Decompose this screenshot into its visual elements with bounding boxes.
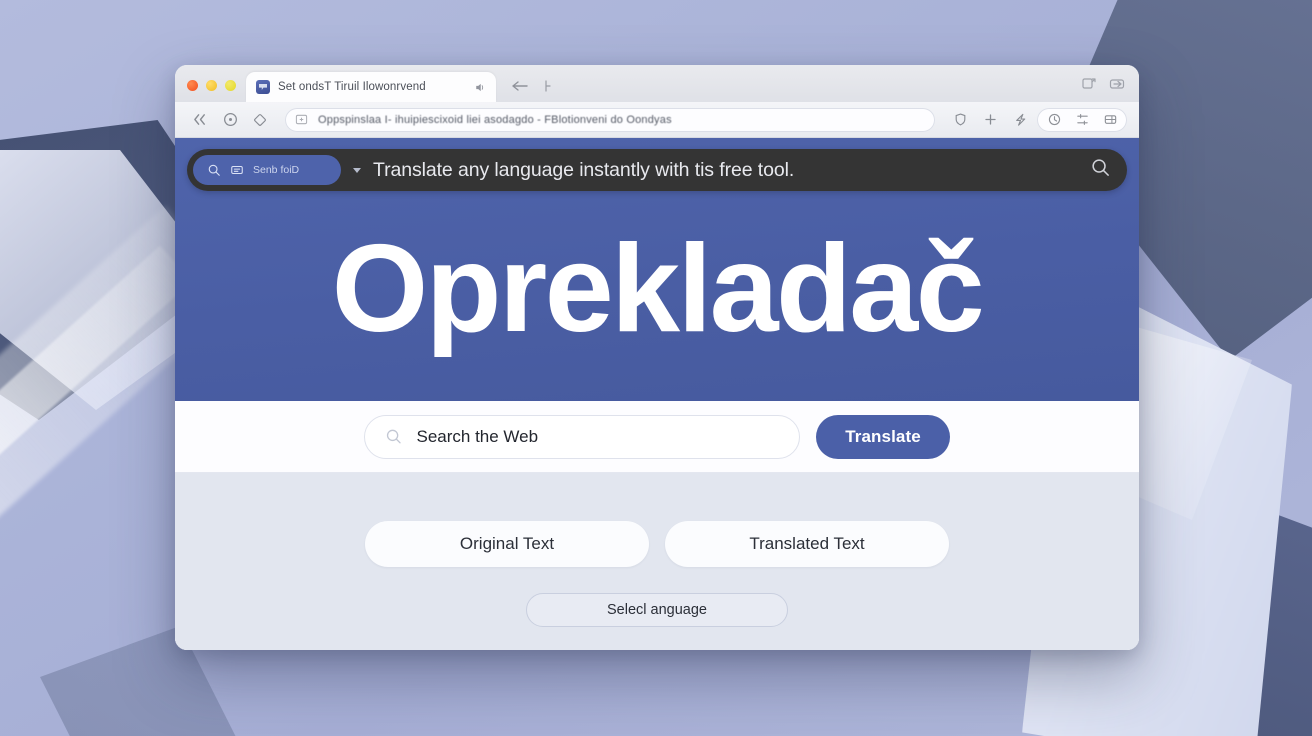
- translated-text-panel[interactable]: Translated Text: [665, 521, 949, 567]
- arrow-left-icon: [512, 81, 528, 91]
- address-bar[interactable]: Oppspinslaa I- ihuipiescixoid liei asoda…: [285, 107, 935, 132]
- search-icon: [386, 429, 401, 444]
- search-input[interactable]: [416, 426, 779, 447]
- wallpaper-light-streak-b: [0, 245, 193, 563]
- browser-toolbar: Oppspinslaa I- ihuipiescixoid liei asoda…: [175, 102, 1139, 138]
- tab-divider-icon: [545, 80, 551, 92]
- lightning-icon[interactable]: [1007, 108, 1033, 132]
- back-chevrons-icon[interactable]: [187, 108, 213, 132]
- tab-title: Set ondsT Tiruil Ilowonrvend: [278, 81, 426, 93]
- toolbar-extension-group: [1037, 107, 1127, 132]
- reload-circle-icon[interactable]: [217, 108, 243, 132]
- banner-headline: Translate any language instantly with ti…: [373, 158, 795, 181]
- tabstrip-right-controls: [1081, 76, 1139, 102]
- diamond-icon[interactable]: [247, 108, 273, 132]
- address-bar-url: Oppspinslaa I- ihuipiescixoid liei asoda…: [318, 113, 672, 126]
- page-title: Oprekladač: [331, 220, 985, 358]
- new-tab-icon[interactable]: [1081, 76, 1097, 92]
- tab-audio-icon[interactable]: [473, 81, 486, 94]
- close-window-button[interactable]: [187, 80, 198, 91]
- history-icon[interactable]: [1041, 108, 1067, 132]
- original-text-panel[interactable]: Original Text: [365, 521, 649, 567]
- list-icon: [231, 165, 243, 175]
- web-page-content: Senb foiD Translate any language instant…: [175, 138, 1139, 650]
- search-icon: [208, 164, 220, 176]
- zoom-window-button[interactable]: [225, 80, 236, 91]
- globe-favicon: [256, 80, 270, 94]
- select-language-button[interactable]: Selecl anguage: [526, 593, 788, 627]
- minimize-window-button[interactable]: [206, 80, 217, 91]
- chevron-down-icon[interactable]: [353, 167, 361, 173]
- tab-navigation-arrows[interactable]: [496, 79, 552, 102]
- search-input-wrapper[interactable]: [364, 414, 800, 459]
- translation-panel-section: Original Text Translated Text Selecl ang…: [175, 473, 1139, 650]
- window-traffic-lights: [183, 80, 246, 102]
- panel-icon[interactable]: [1097, 108, 1123, 132]
- translate-button[interactable]: Translate: [816, 414, 950, 459]
- desktop-wallpaper: Set ondsT Tiruil Ilowonrvend Oppspinslaa…: [0, 0, 1312, 736]
- browser-tab-active[interactable]: Set ondsT Tiruil Ilowonrvend: [246, 72, 496, 102]
- search-section: Translate: [175, 401, 1139, 473]
- promo-banner: Senb foiD Translate any language instant…: [187, 149, 1127, 191]
- plus-icon[interactable]: [977, 108, 1003, 132]
- browser-window: Set ondsT Tiruil Ilowonrvend Oppspinslaa…: [175, 65, 1139, 650]
- shield-icon[interactable]: [947, 108, 973, 132]
- hero-section: Senb foiD Translate any language instant…: [175, 138, 1139, 401]
- banner-search-icon[interactable]: [1090, 157, 1111, 183]
- page-info-icon[interactable]: [295, 113, 308, 126]
- browser-tabstrip: Set ondsT Tiruil Ilowonrvend: [175, 65, 1139, 102]
- sliders-icon[interactable]: [1069, 108, 1095, 132]
- sidebar-icon[interactable]: [1109, 76, 1125, 92]
- banner-search-pill[interactable]: Senb foiD: [193, 155, 341, 185]
- banner-pill-label: Senb foiD: [253, 164, 300, 176]
- text-panels: Original Text Translated Text: [365, 521, 949, 567]
